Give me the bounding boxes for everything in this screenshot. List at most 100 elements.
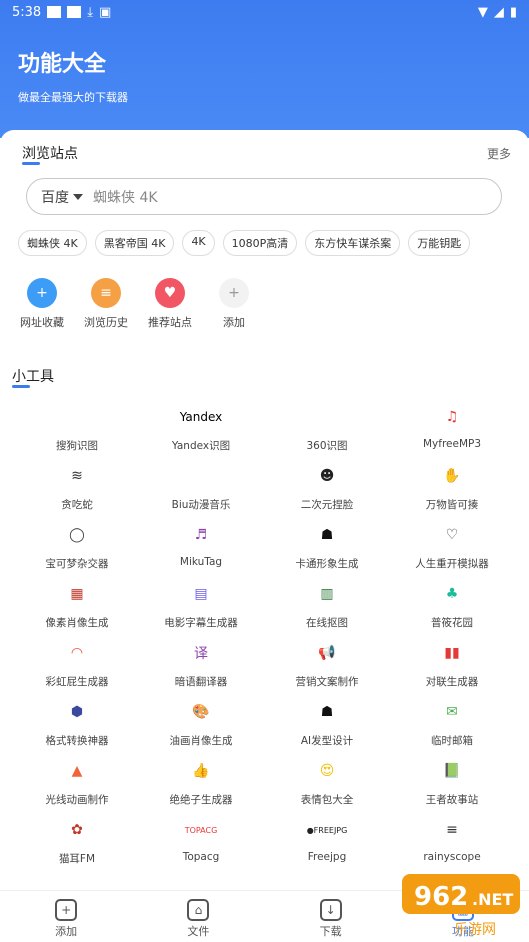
tool-item[interactable]: 360识图 <box>267 400 387 453</box>
tool-item[interactable]: 🎨 油画肖像生成 <box>141 695 261 748</box>
tool-item[interactable]: 😍 表情包大全 <box>267 754 387 807</box>
tool-label: 二次元捏脸 <box>300 499 354 511</box>
tool-label: 格式转换神器 <box>45 735 109 747</box>
tool-label: 王者故事站 <box>425 794 479 806</box>
freejpg-icon: ●FREEJPG <box>306 825 348 835</box>
nav-tab-label: 添加 <box>55 925 78 938</box>
tools-section-title: 小工具 <box>12 366 54 388</box>
hot-tag[interactable]: 黑客帝国 4K <box>94 230 175 256</box>
hot-tags: 蜘蛛侠 4K 黑客帝国 4K 4K 1080P高清 东方快车谋杀案 万能钥匙 <box>18 230 518 256</box>
hairstyle-icon: ☗ <box>320 704 334 720</box>
tool-label: Biu动漫音乐 <box>171 499 231 511</box>
hot-tag[interactable]: 1080P高清 <box>222 230 298 256</box>
search-engine-select[interactable]: 百度 <box>41 187 83 207</box>
battery-icon: ▮ <box>509 4 517 20</box>
svg-text:乐游网: 乐游网 <box>454 922 496 938</box>
status-bar: 5:38 ⤓ ▣ ▼ ◢ ▮ <box>0 0 529 24</box>
tool-item[interactable]: ☗ 卡通形象生成 <box>267 518 387 571</box>
browse-section-title: 浏览站点 <box>22 143 78 165</box>
home-file-icon: ⌂ <box>187 899 210 921</box>
tool-item[interactable]: 译暗语翻译器 <box>141 636 261 689</box>
tool-label: MyfreeMP3 <box>422 438 482 450</box>
tool-item[interactable]: ≋ 贪吃蛇 <box>17 459 137 512</box>
tool-item[interactable]: ☗ AI发型设计 <box>267 695 387 748</box>
notification-icon <box>47 6 62 18</box>
tool-item[interactable]: ▥ 在线抠图 <box>267 577 387 630</box>
tool-item[interactable]: ●FREEJPG Freejpg <box>267 813 387 864</box>
tool-item[interactable]: ✉ 临时邮箱 <box>392 695 512 748</box>
wifi-icon: ▼ <box>477 4 488 20</box>
search-input[interactable]: 蜘蛛侠 4K <box>93 187 158 207</box>
tool-label: 临时邮箱 <box>431 735 473 747</box>
nav-tab-1[interactable]: ⌂ 文件 <box>132 891 264 942</box>
quick-action-plus[interactable]: + 添加 <box>210 278 258 330</box>
palette-icon: 🎨 <box>192 704 210 720</box>
nav-tab-2[interactable]: ↓ 下载 <box>265 891 397 942</box>
tool-label: 搜狗识图 <box>56 440 98 452</box>
tool-item[interactable]: Yandex Yandex识图 <box>141 400 261 453</box>
tool-item[interactable]: ☻ 二次元捏脸 <box>267 459 387 512</box>
tool-item[interactable]: ✿ 猫耳FM <box>17 813 137 866</box>
tool-item[interactable]: ♡ 人生重开模拟器 <box>392 518 512 571</box>
tool-label: 像素肖像生成 <box>45 617 109 629</box>
more-link[interactable]: 更多 <box>487 145 511 162</box>
download-icon: ↓ <box>319 899 342 921</box>
couplet-icon: ▮▮ <box>444 645 460 661</box>
nav-tab-0[interactable]: + 添加 <box>0 891 132 942</box>
tool-label: Topacg <box>182 851 220 863</box>
svg-text:.NET: .NET <box>472 890 513 909</box>
tool-item[interactable]: ▮▮ 对联生成器 <box>392 636 512 689</box>
browse-title-text: 浏览站点 <box>22 146 78 162</box>
bookmark-add-icon: + <box>27 278 57 308</box>
tool-label: 光线动画制作 <box>45 794 109 806</box>
egg-icon: ◯ <box>69 527 85 543</box>
search-engine-label: 百度 <box>41 189 69 206</box>
quick-action-label: 推荐站点 <box>148 316 192 329</box>
translate-icon: 译 <box>194 646 208 662</box>
hand-icon: ✋ <box>443 468 461 484</box>
tool-item[interactable]: ⬢ 格式转换神器 <box>17 695 137 748</box>
hot-tag[interactable]: 蜘蛛侠 4K <box>18 230 87 256</box>
hot-tag[interactable]: 4K <box>182 230 215 256</box>
nav-tab-label: 下载 <box>319 925 342 938</box>
quick-action-history-layers[interactable]: ≡ 浏览历史 <box>82 278 130 330</box>
tool-item[interactable]: Biu动漫音乐 <box>141 459 261 512</box>
status-time: 5:38 <box>12 4 42 20</box>
heart-icon: ♥ <box>155 278 185 308</box>
page-subtitle: 做最全最强大的下载器 <box>18 91 128 104</box>
tool-item[interactable]: ≡ rainyscope <box>392 813 512 863</box>
signal-icon: ◢ <box>493 4 504 20</box>
tool-item[interactable]: 搜狗识图 <box>17 400 137 453</box>
tool-label: Freejpg <box>307 851 347 863</box>
tool-item[interactable]: 👍 绝绝子生成器 <box>141 754 261 807</box>
tool-item[interactable]: ♬ MikuTag <box>141 518 261 568</box>
quick-action-label: 浏览历史 <box>84 316 128 329</box>
anime-face-icon: ☻ <box>319 468 335 484</box>
tool-item[interactable]: TOPACG Topacg <box>141 813 261 864</box>
tool-label: 对联生成器 <box>425 676 479 688</box>
pixel-mario-icon: ▦ <box>70 586 84 602</box>
search-bar[interactable]: 百度 蜘蛛侠 4K <box>26 178 502 215</box>
tool-item[interactable]: ▦ 像素肖像生成 <box>17 577 137 630</box>
tool-label: Yandex识图 <box>171 440 231 452</box>
caret-down-icon <box>73 193 83 200</box>
quick-action-label: 添加 <box>223 316 245 329</box>
tool-item[interactable]: 📗 王者故事站 <box>392 754 512 807</box>
tool-item[interactable]: ✋ 万物皆可揍 <box>392 459 512 512</box>
tool-item[interactable]: 📢 营销文案制作 <box>267 636 387 689</box>
tool-item[interactable]: ◠ 彩虹屁生成器 <box>17 636 137 689</box>
headphones-icon: ♬ <box>194 527 208 543</box>
tool-label: 绝绝子生成器 <box>169 794 233 806</box>
tool-item[interactable]: ▲ 光线动画制作 <box>17 754 137 807</box>
hot-tag[interactable]: 万能钥匙 <box>408 230 471 256</box>
tool-item[interactable]: ♫ MyfreeMP3 <box>392 400 512 450</box>
hot-tag[interactable]: 东方快车谋杀案 <box>305 230 401 256</box>
tool-item[interactable]: ▤ 电影字幕生成器 <box>141 577 261 630</box>
tool-item[interactable]: ◯ 宝可梦杂交器 <box>17 518 137 571</box>
tool-item[interactable]: ♣ 普筱花园 <box>392 577 512 630</box>
quick-action-heart[interactable]: ♥ 推荐站点 <box>146 278 194 330</box>
quick-action-bookmark-add[interactable]: + 网址收藏 <box>18 278 66 330</box>
tools-title-text: 小工具 <box>12 369 54 385</box>
rainyscope-icon: ≡ <box>446 822 458 838</box>
yandex-icon: Yandex <box>179 410 223 424</box>
